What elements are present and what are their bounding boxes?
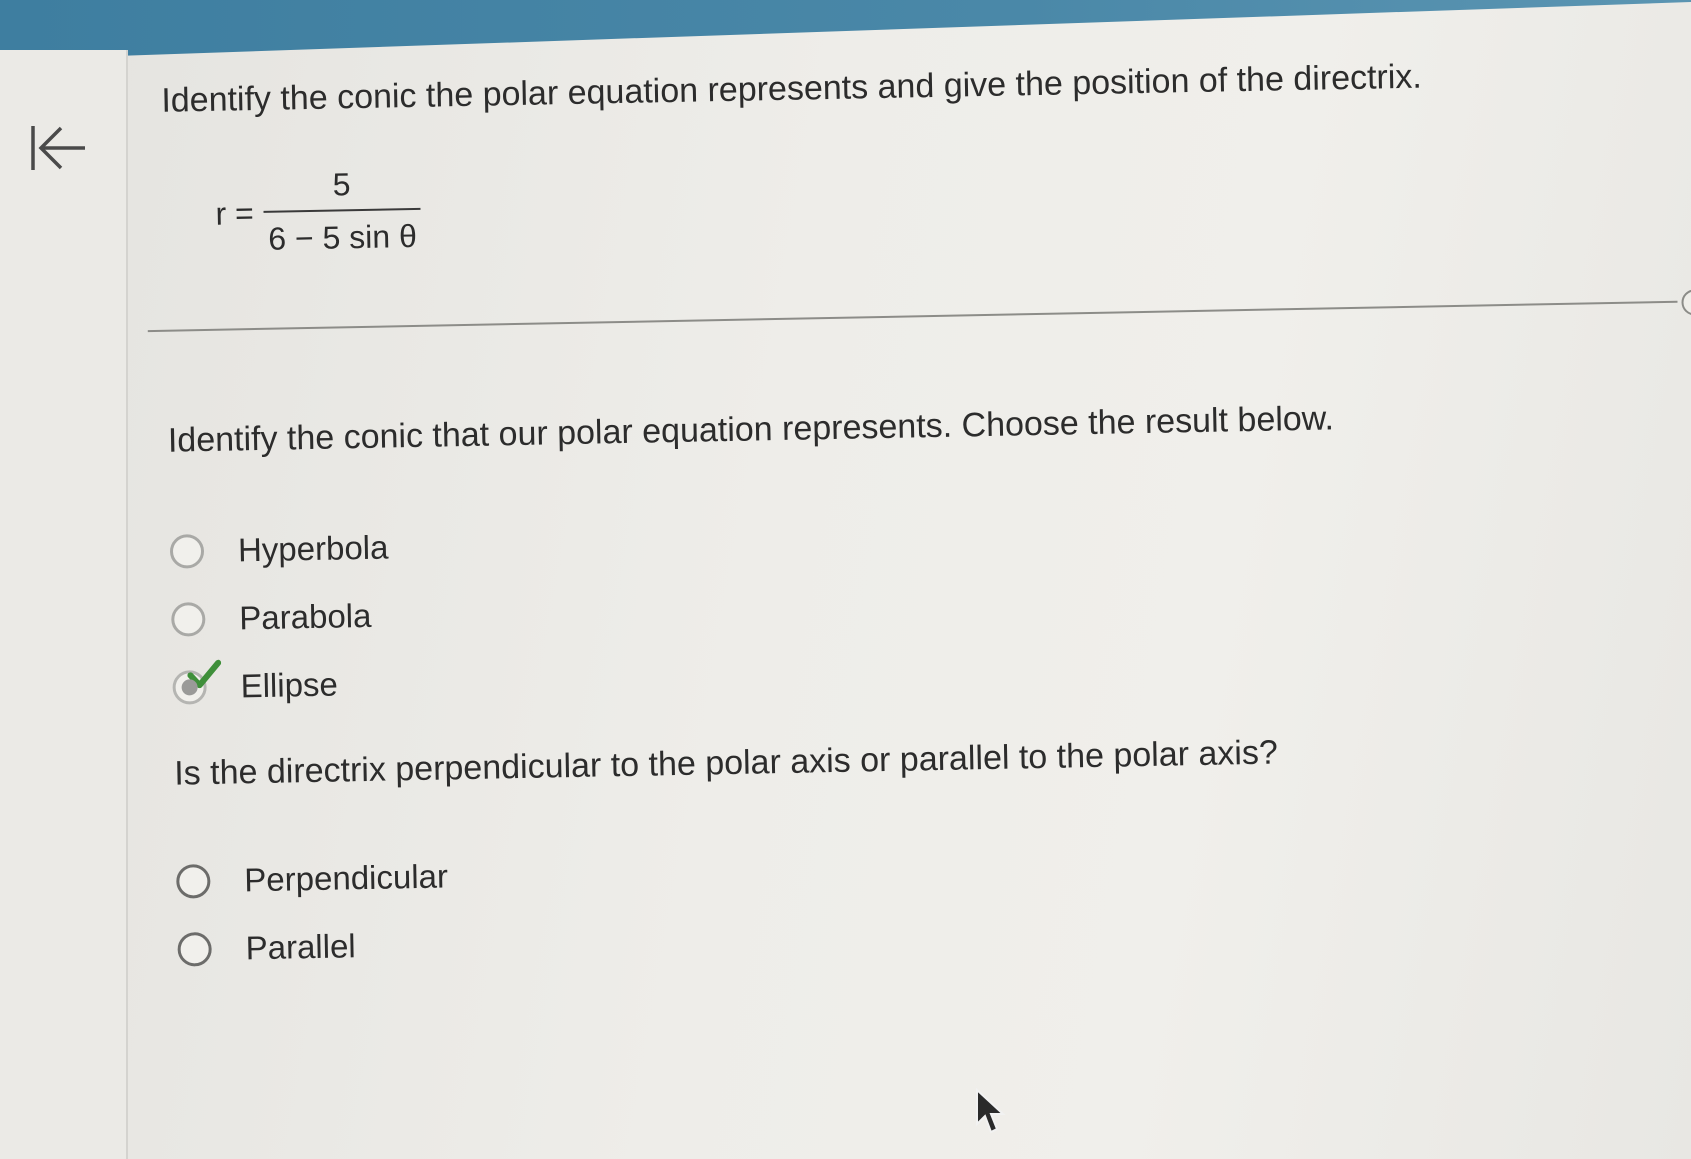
- option-label: Parabola: [238, 596, 372, 637]
- problem-content: Identify the conic the polar equation re…: [147, 1, 1691, 1130]
- back-to-first-button[interactable]: [22, 118, 92, 178]
- step1-question: Identify the conic that our polar equati…: [167, 399, 1335, 460]
- directrix-options: Perpendicular Parallel: [176, 842, 450, 983]
- mouse-pointer-icon: [976, 1088, 1006, 1134]
- polar-equation: r = 5 6 − 5 sin θ: [215, 165, 422, 259]
- radio-button-selected[interactable]: [172, 659, 222, 705]
- option-ellipse[interactable]: Ellipse: [172, 649, 392, 721]
- option-label: Ellipse: [240, 665, 339, 705]
- equation-numerator: 5: [332, 166, 351, 203]
- option-perpendicular[interactable]: Perpendicular: [176, 842, 449, 915]
- option-label: Parallel: [245, 927, 357, 967]
- left-rail: [0, 50, 128, 1159]
- option-parabola[interactable]: Parabola: [170, 582, 391, 654]
- equation-fraction: 5 6 − 5 sin θ: [263, 165, 422, 258]
- step2-question: Is the directrix perpendicular to the po…: [173, 733, 1279, 793]
- first-page-arrow-icon: [31, 126, 85, 170]
- equation-lhs: r =: [215, 194, 255, 232]
- section-divider: [147, 289, 1691, 333]
- conic-options: Hyperbola Parabola Ellipse: [169, 514, 391, 722]
- equation-denominator: 6 − 5 sin θ: [263, 207, 422, 258]
- problem-question: Identify the conic the polar equation re…: [160, 57, 1423, 120]
- check-mark-icon: [187, 659, 222, 689]
- radio-button[interactable]: [176, 864, 211, 899]
- radio-button[interactable]: [169, 534, 205, 569]
- screen: Identify the conic the polar equation re…: [0, 0, 1691, 1159]
- option-label: Perpendicular: [243, 857, 449, 899]
- divider-handle[interactable]: [1681, 289, 1691, 316]
- option-label: Hyperbola: [237, 528, 389, 569]
- radio-button[interactable]: [170, 602, 206, 637]
- option-parallel[interactable]: Parallel: [177, 910, 450, 983]
- option-hyperbola[interactable]: Hyperbola: [169, 514, 389, 586]
- radio-button[interactable]: [177, 931, 212, 967]
